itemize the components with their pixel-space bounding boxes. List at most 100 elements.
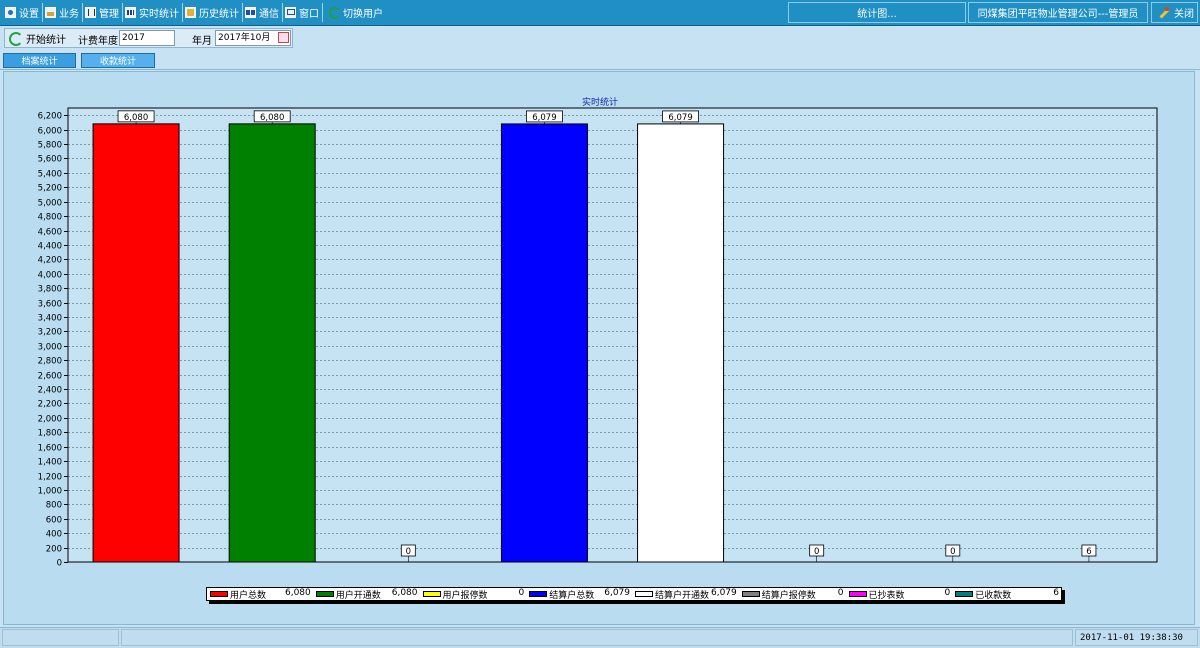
legend-label: 结算户报停数 <box>761 590 816 601</box>
chart-panel: 实时统计 0 200 400 600 800 1,000 1,200 1,400 1,600 1,… <box>3 71 1195 625</box>
y-tick-label: 2,800 <box>38 357 62 367</box>
legend-swatch <box>848 591 867 597</box>
start-stats-button[interactable]: 开始统计 <box>9 30 66 47</box>
legend-label: 用户总数 <box>230 590 267 601</box>
legend-label: 用户报停数 <box>442 590 488 601</box>
close-label: 关闭 <box>1174 9 1194 20</box>
legend-item: 用户报停数 0 <box>420 588 527 601</box>
billing-year-input[interactable]: 2017 <box>119 30 175 46</box>
menu-bar: 设置 业务 管理 实时统计 历史统计 通信 窗口 切换用户 统计图... 同煤集… <box>0 0 1200 26</box>
value-label: 0 <box>814 547 819 557</box>
window-icon <box>285 7 296 18</box>
legend-swatch <box>529 591 548 597</box>
chart-legend: 用户总数 6,080 用户开通数 6,080 用户报停数 0 结算户总数 6,079 结算户开通… <box>206 587 1062 601</box>
y-tick-label: 1,400 <box>38 458 62 468</box>
y-tick-label: 5,200 <box>38 184 62 194</box>
communication-icon <box>245 7 256 18</box>
realtime-stats-icon <box>125 7 136 18</box>
legend-value: 6 <box>1053 588 1059 598</box>
menu-window[interactable]: 窗口 <box>283 3 323 22</box>
start-stats-label: 开始统计 <box>26 35 66 46</box>
value-label: 6,080 <box>260 113 284 123</box>
value-label: 6,079 <box>668 113 692 123</box>
y-tick-label: 4,400 <box>38 242 62 252</box>
company-user-text: 同煤集团平旺物业管理公司---管理员 <box>977 9 1139 20</box>
legend-item: 结算户开通数 6,079 <box>632 588 739 601</box>
tab-archive-stats-label: 档案统计 <box>21 57 58 67</box>
value-label: 0 <box>406 547 411 557</box>
y-tick-label: 1,600 <box>38 444 62 454</box>
legend-value: 6,080 <box>391 588 418 598</box>
month-label: 年月 <box>192 36 212 47</box>
legend-item: 已抄表数 0 <box>846 588 953 601</box>
legend-value: 0 <box>837 588 844 598</box>
y-tick-label: 6,200 <box>38 112 62 122</box>
month-picker[interactable]: 2017年10月 <box>215 30 291 46</box>
refresh-icon <box>9 31 23 46</box>
value-label: 0 <box>950 547 955 557</box>
y-tick-label: 4,000 <box>38 271 62 281</box>
y-tick-label: 800 <box>46 501 62 511</box>
tab-bar: 档案统计 收款统计 <box>0 51 1200 70</box>
legend-item: 用户开通数 6,080 <box>313 588 420 601</box>
y-tick-label: 400 <box>46 530 62 540</box>
window-status-title-text: 统计图... <box>857 9 897 20</box>
menu-history-stats[interactable]: 历史统计 <box>183 3 243 22</box>
admin-icon <box>85 7 96 18</box>
status-cell-2 <box>121 629 1073 646</box>
status-cell-1 <box>2 629 119 646</box>
close-button[interactable]: 关闭 <box>1151 2 1198 23</box>
legend-swatch <box>741 591 760 597</box>
y-tick-label: 3,400 <box>38 314 62 324</box>
menu-switch-user[interactable]: 切换用户 <box>323 3 386 22</box>
menu-window-label: 窗口 <box>299 9 319 20</box>
y-tick-label: 3,600 <box>38 300 62 310</box>
y-tick-label: 5,000 <box>38 199 62 209</box>
legend-item: 用户总数 6,080 <box>207 588 313 601</box>
menu-realtime-stats-label: 实时统计 <box>139 9 179 20</box>
stats-toolbar: 开始统计 计费年度 2017 年月 2017年10月 <box>4 28 293 48</box>
legend-item: 结算户报停数 0 <box>739 588 846 601</box>
menu-realtime-stats[interactable]: 实时统计 <box>123 3 183 22</box>
business-icon <box>45 7 56 18</box>
bar <box>637 123 725 563</box>
bar <box>92 123 180 563</box>
legend-swatch <box>210 591 228 597</box>
bar-chart: 02004006008001,0001,2001,4001,6001,8002,… <box>38 107 1158 569</box>
menu-items: 设置 业务 管理 实时统计 历史统计 通信 窗口 切换用户 <box>3 3 386 22</box>
calendar-icon[interactable] <box>278 32 289 43</box>
menu-settings[interactable]: 设置 <box>3 3 43 22</box>
close-icon <box>1158 6 1170 19</box>
y-tick-label: 1,000 <box>38 487 62 497</box>
menu-settings-label: 设置 <box>19 9 39 20</box>
bar <box>228 123 316 563</box>
legend-value: 6,080 <box>284 588 311 598</box>
legend-swatch <box>955 591 974 597</box>
legend-swatch <box>315 591 334 597</box>
legend-value: 0 <box>944 588 951 598</box>
company-user-info: 同煤集团平旺物业管理公司---管理员 <box>968 2 1148 23</box>
menu-communication-label: 通信 <box>259 9 279 20</box>
menu-communication[interactable]: 通信 <box>243 3 283 22</box>
y-tick-label: 5,600 <box>38 155 62 165</box>
switch-user-icon <box>329 7 341 19</box>
menu-switch-user-label: 切换用户 <box>343 9 383 20</box>
legend-label: 结算户总数 <box>549 590 595 601</box>
tab-payment-stats[interactable]: 收款统计 <box>81 53 155 68</box>
legend-label: 已收款数 <box>975 590 1012 601</box>
y-tick-label: 4,200 <box>38 256 62 266</box>
value-label: 6,080 <box>124 113 148 123</box>
tab-payment-stats-label: 收款统计 <box>99 57 136 67</box>
menu-admin-label: 管理 <box>99 9 119 20</box>
menu-business-label: 业务 <box>59 9 79 20</box>
legend-item: 结算户总数 6,079 <box>526 588 632 601</box>
y-tick-label: 1,200 <box>38 473 62 483</box>
bar <box>500 123 588 563</box>
tab-archive-stats[interactable]: 档案统计 <box>3 53 76 68</box>
y-tick-label: 3,200 <box>38 328 62 338</box>
menu-admin[interactable]: 管理 <box>83 3 123 22</box>
y-tick-label: 600 <box>46 516 62 526</box>
menu-business[interactable]: 业务 <box>43 3 83 22</box>
billing-year-label: 计费年度 <box>78 36 118 47</box>
menu-history-stats-label: 历史统计 <box>199 9 239 20</box>
